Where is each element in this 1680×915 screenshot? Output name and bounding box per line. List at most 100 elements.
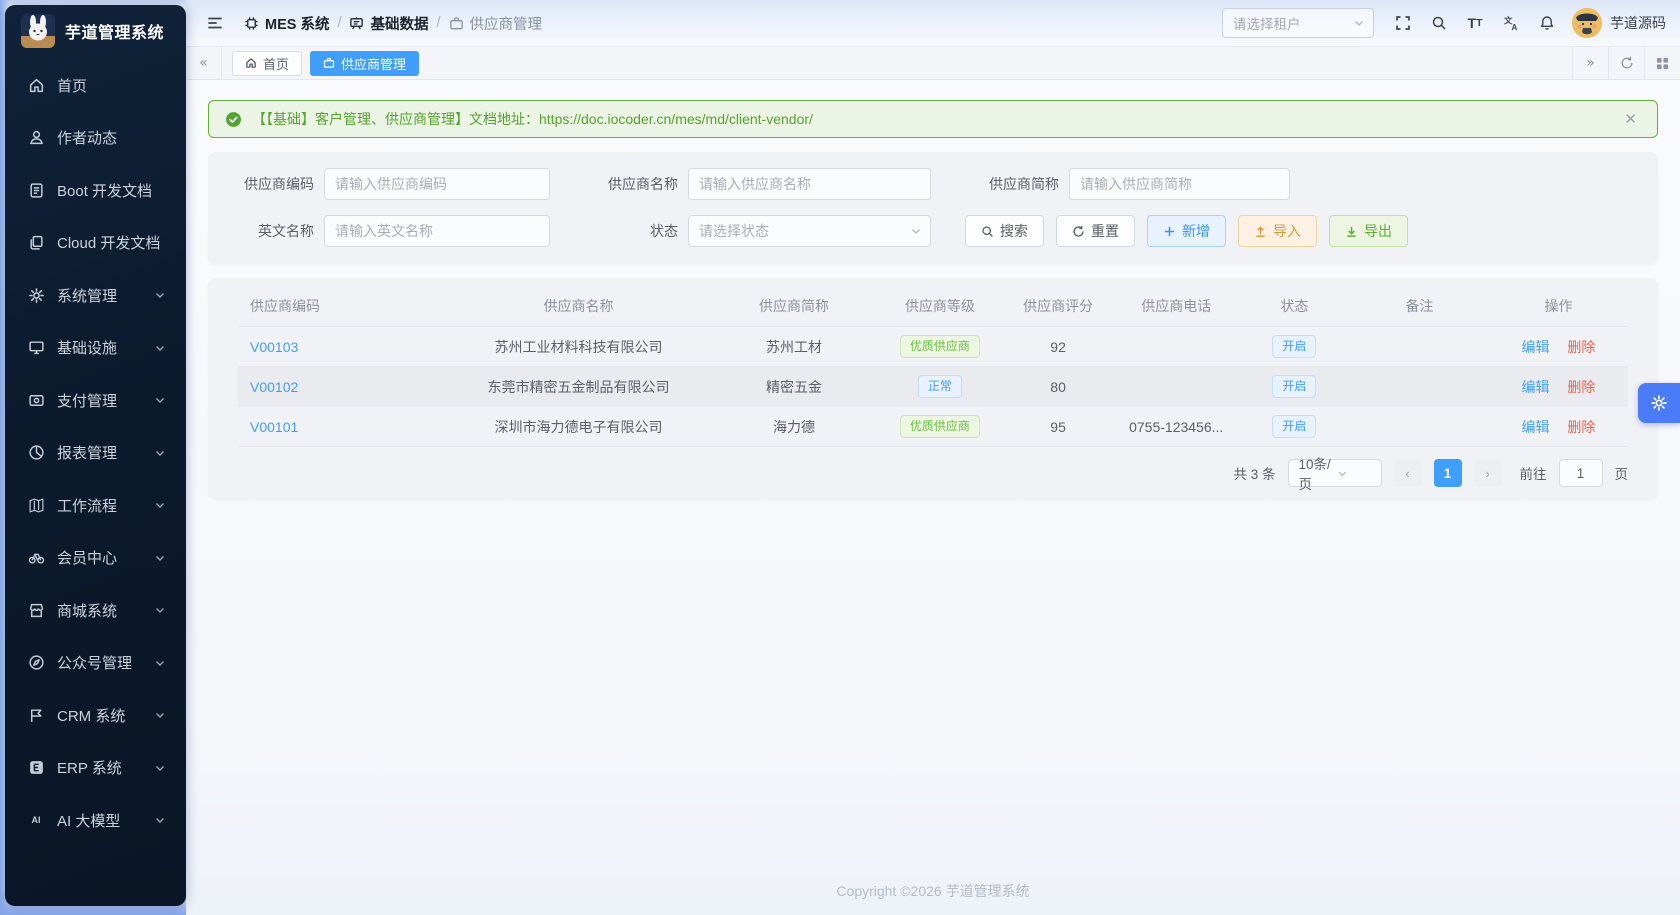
- form-row-2: 英文名称 状态 请选择状态 搜索: [232, 215, 1634, 247]
- sidebar-item-label: Boot 开发文档: [57, 180, 166, 201]
- vendor-name-input[interactable]: [688, 168, 931, 200]
- column-header: 供应商编码: [238, 296, 447, 316]
- sidebar-item-member[interactable]: 会员中心: [15, 538, 176, 578]
- next-page-button[interactable]: ›: [1474, 459, 1502, 487]
- shop-icon: [27, 601, 45, 619]
- refresh-icon[interactable]: [1608, 47, 1644, 79]
- breadcrumb-item-mes[interactable]: MES 系统: [244, 13, 329, 34]
- sidebar-item-mall[interactable]: 商城系统: [15, 590, 176, 630]
- reset-button[interactable]: 重置: [1056, 215, 1135, 247]
- search-icon[interactable]: [1424, 8, 1454, 38]
- tabs-scroll-right-icon[interactable]: »: [1572, 47, 1608, 79]
- grade-badge: 正常: [918, 375, 962, 399]
- vendor-code-input[interactable]: [324, 168, 550, 200]
- page-number-button[interactable]: 1: [1434, 459, 1462, 487]
- status-select-placeholder: 请选择状态: [699, 221, 910, 241]
- sidebar-item-erp[interactable]: ERP 系统: [15, 748, 176, 788]
- translate-icon[interactable]: 文A: [1496, 8, 1526, 38]
- chevron-down-icon: [154, 394, 166, 406]
- column-header: 备注: [1350, 296, 1489, 316]
- sidebar-item-boot-docs[interactable]: Boot 开发文档: [15, 170, 176, 210]
- sidebar-item-official-account[interactable]: 公众号管理: [15, 643, 176, 683]
- edit-link[interactable]: 编辑: [1522, 419, 1550, 435]
- status-select[interactable]: 请选择状态: [688, 215, 931, 247]
- chevron-down-icon: [910, 225, 922, 237]
- sidebar: 芋道管理系统 首页 作者动态 Boot 开发文档 Cloud 开发文档 系统管理…: [5, 5, 186, 906]
- username: 芋道源码: [1610, 13, 1666, 33]
- vendor-table: 供应商编码 供应商名称 供应商简称 供应商等级 供应商评分 供应商电话 状态 备…: [208, 286, 1658, 447]
- page-unit-label: 页: [1615, 463, 1629, 483]
- copy-icon: [27, 234, 45, 252]
- sidebar-item-report[interactable]: 报表管理: [15, 433, 176, 473]
- chevron-down-icon: [154, 289, 166, 301]
- grid-layout-icon[interactable]: [1644, 47, 1680, 79]
- vendor-code-link[interactable]: V00102: [250, 379, 298, 395]
- vendor-code-link[interactable]: V00103: [250, 339, 298, 355]
- field-status: 状态 请选择状态: [596, 215, 931, 247]
- sidebar-item-home[interactable]: 首页: [15, 65, 176, 105]
- english-name-input[interactable]: [324, 215, 550, 247]
- tabs-scroll-left-icon[interactable]: «: [186, 47, 222, 79]
- chevron-down-icon: [154, 499, 166, 511]
- tab-home[interactable]: 首页: [232, 51, 302, 76]
- sidebar-item-label: 公众号管理: [57, 652, 154, 673]
- user-menu[interactable]: 芋道源码: [1572, 8, 1666, 38]
- edit-link[interactable]: 编辑: [1522, 379, 1550, 395]
- logo-rabbit-image: [21, 14, 55, 48]
- theme-settings-button[interactable]: [1638, 383, 1680, 423]
- tab-label: 供应商管理: [341, 54, 406, 73]
- app-title: 芋道管理系统: [65, 19, 164, 43]
- bell-icon[interactable]: [1532, 8, 1562, 38]
- sidebar-item-label: 基础设施: [57, 337, 154, 358]
- tenant-select-placeholder: 请选择租户: [1233, 13, 1353, 33]
- sidebar-item-ai[interactable]: AI AI 大模型: [15, 800, 176, 840]
- vendor-name-cell: 苏州工业材料科技有限公司: [447, 337, 711, 357]
- delete-link[interactable]: 删除: [1567, 379, 1595, 395]
- field-vendor-name: 供应商名称: [596, 168, 931, 200]
- column-header: 供应商评分: [1002, 296, 1113, 316]
- page-size-select[interactable]: 10条/页: [1288, 459, 1382, 487]
- vendor-short-name-input[interactable]: [1069, 168, 1290, 200]
- doc-link[interactable]: https://doc.iocoder.cn/mes/md/client-ven…: [539, 111, 813, 127]
- search-form-card: 供应商编码 供应商名称 供应商简称 英文名称 状态: [208, 152, 1658, 264]
- sidebar-item-author[interactable]: 作者动态: [15, 118, 176, 158]
- vendor-code-link[interactable]: V00101: [250, 419, 298, 435]
- font-size-icon[interactable]: TT: [1460, 8, 1490, 38]
- close-icon[interactable]: ✕: [1620, 108, 1641, 130]
- delete-link[interactable]: 删除: [1567, 419, 1595, 435]
- edit-link[interactable]: 编辑: [1522, 339, 1550, 355]
- sidebar-item-system[interactable]: 系统管理: [15, 275, 176, 315]
- fullscreen-icon[interactable]: [1388, 8, 1418, 38]
- status-badge: 开启: [1272, 415, 1316, 439]
- prev-page-button[interactable]: ‹: [1394, 459, 1422, 487]
- vendor-short-cell: 精密五金: [711, 377, 878, 397]
- tenant-select[interactable]: 请选择租户: [1222, 8, 1374, 38]
- sidebar-item-workflow[interactable]: 工作流程: [15, 485, 176, 525]
- breadcrumb-item-base-data[interactable]: 基础数据: [349, 13, 428, 34]
- import-button[interactable]: 导入: [1238, 215, 1317, 247]
- goto-page-input[interactable]: [1559, 459, 1603, 487]
- export-button[interactable]: 导出: [1329, 215, 1408, 247]
- sidebar-item-crm[interactable]: CRM 系统: [15, 695, 176, 735]
- field-vendor-code: 供应商编码: [232, 168, 550, 200]
- collapse-menu-icon[interactable]: [200, 8, 230, 38]
- column-header: 状态: [1239, 296, 1350, 316]
- column-header: 供应商名称: [447, 296, 711, 316]
- sidebar-item-infra[interactable]: 基础设施: [15, 328, 176, 368]
- grade-badge: 优质供应商: [900, 415, 980, 439]
- breadcrumb-label: 供应商管理: [470, 13, 543, 34]
- compass-icon: [27, 654, 45, 672]
- add-button[interactable]: 新增: [1147, 215, 1226, 247]
- sidebar-item-payment[interactable]: 支付管理: [15, 380, 176, 420]
- chevron-down-icon: [154, 342, 166, 354]
- sidebar-item-label: CRM 系统: [57, 705, 154, 726]
- pie-chart-icon: [27, 444, 45, 462]
- chevron-down-icon: [154, 552, 166, 564]
- delete-link[interactable]: 删除: [1567, 339, 1595, 355]
- tab-vendor-management[interactable]: 供应商管理: [310, 51, 419, 76]
- logo-row[interactable]: 芋道管理系统: [5, 5, 186, 57]
- field-label: 供应商编码: [232, 174, 314, 194]
- sidebar-item-cloud-docs[interactable]: Cloud 开发文档: [15, 223, 176, 263]
- search-button[interactable]: 搜索: [965, 215, 1044, 247]
- sidebar-item-label: Cloud 开发文档: [57, 232, 166, 253]
